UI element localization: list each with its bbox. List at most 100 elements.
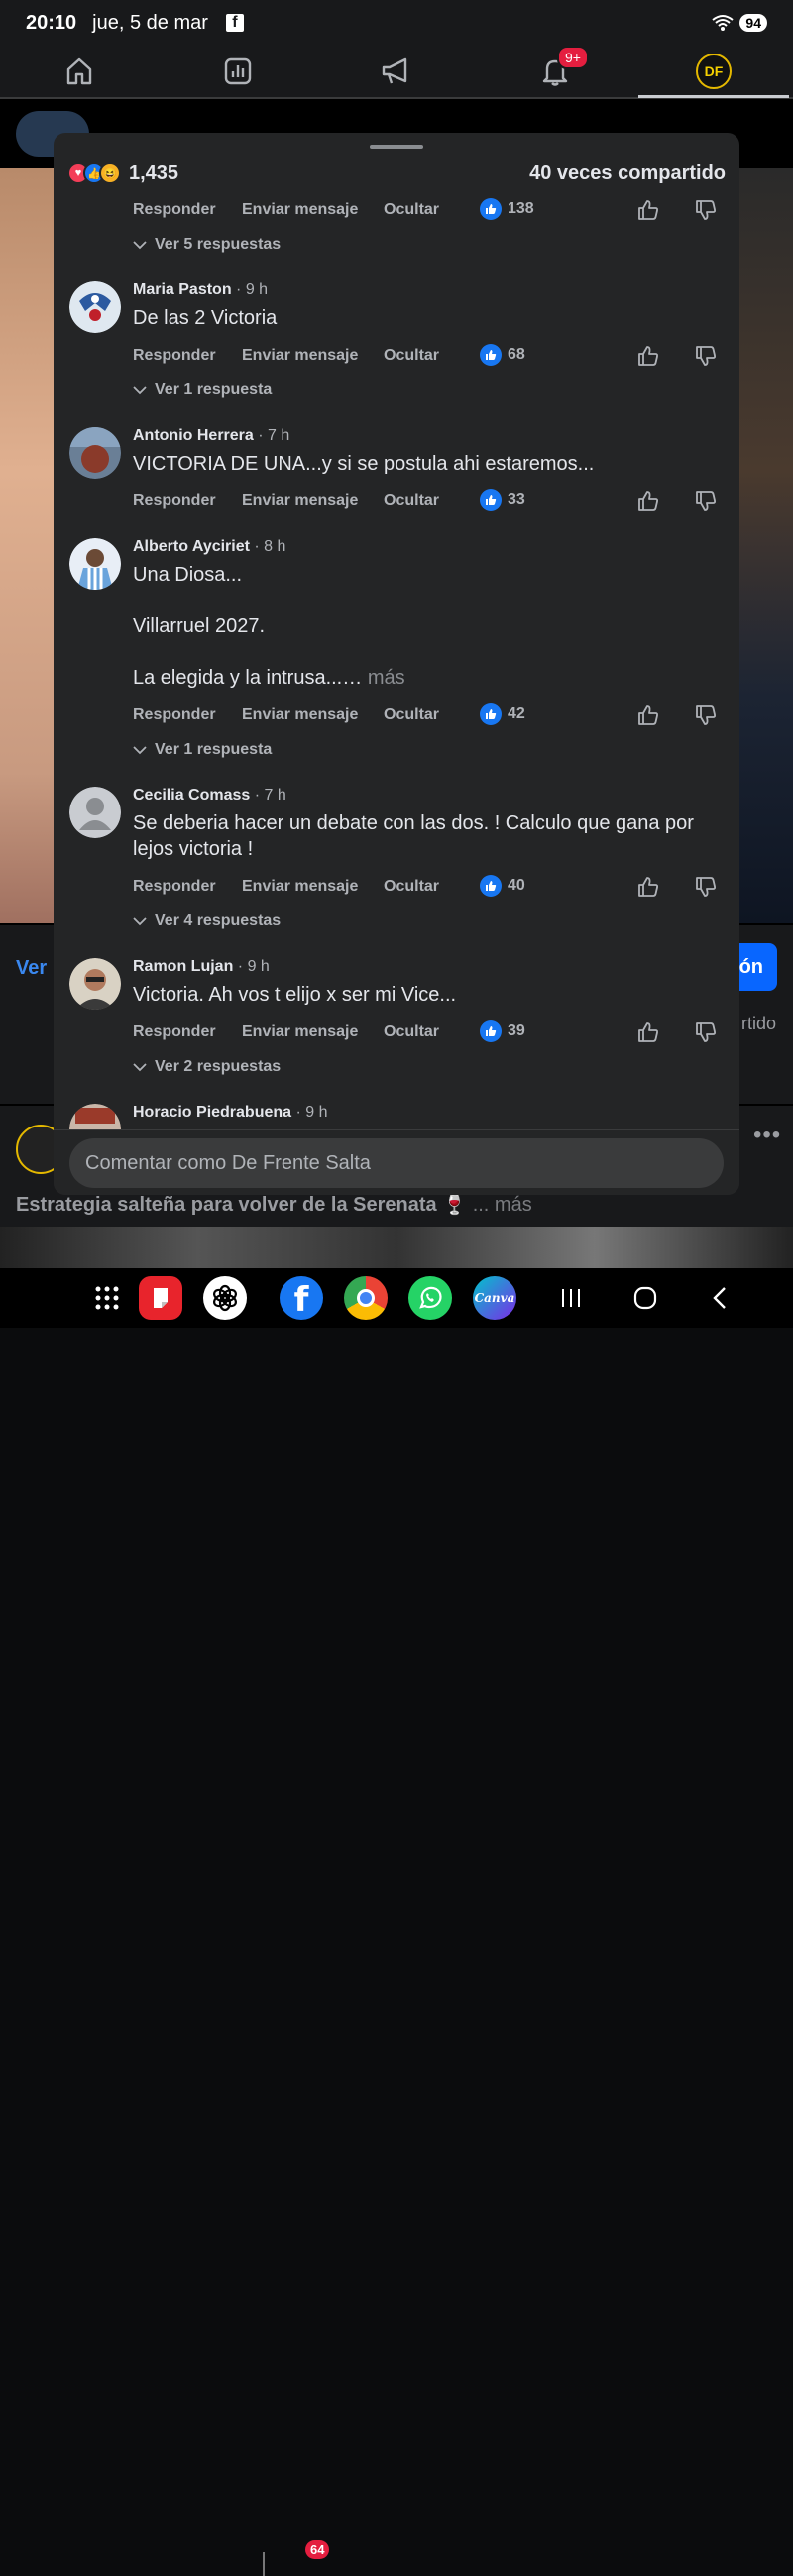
thumbs-down-icon[interactable] [692, 487, 720, 515]
like-count[interactable]: 33 [480, 489, 525, 511]
canva-app[interactable]: Canva [473, 1276, 516, 1320]
see-more-link[interactable]: más [368, 667, 405, 689]
hide-button[interactable]: Ocultar [384, 492, 439, 510]
thumbs-up-icon[interactable] [634, 487, 662, 515]
thumbs-down-icon[interactable] [692, 701, 720, 729]
view-replies-button[interactable]: Ver 5 respuestas [133, 234, 281, 256]
reaction-icons[interactable]: ♥ 👍 😆 [67, 162, 121, 184]
comment-time[interactable]: · 8 h [254, 538, 285, 555]
background-ver-link[interactable]: Ver [16, 957, 47, 980]
thumbs-up-icon[interactable] [634, 342, 662, 370]
commenter-name[interactable]: Ramon Lujan [133, 958, 233, 975]
facebook-app[interactable]: f [280, 1276, 323, 1320]
recent-apps-button[interactable] [549, 1276, 593, 1320]
share-count[interactable]: 40 veces compartido [529, 162, 726, 185]
commenter-name[interactable]: Horacio Piedrabuena [133, 1104, 291, 1121]
commenter-name[interactable]: Alberto Ayciriet [133, 538, 250, 555]
reaction-count[interactable]: 1,435 [129, 162, 178, 185]
commenter-name[interactable]: Maria Paston [133, 281, 232, 298]
send-message-button[interactable]: Enviar mensaje [242, 706, 358, 724]
comment-time[interactable]: · 9 h [236, 281, 268, 298]
view-replies-button[interactable]: Ver 1 respuesta [133, 379, 272, 401]
commenter-avatar[interactable] [69, 787, 121, 838]
thumbs-up-icon[interactable] [634, 196, 662, 224]
dashboard-tab[interactable] [218, 52, 258, 91]
like-count[interactable]: 138 [480, 198, 534, 220]
megaphone-icon [382, 57, 407, 84]
commenter-avatar[interactable] [69, 427, 121, 479]
reply-button[interactable]: Responder [133, 492, 216, 510]
commenter-avatar[interactable] [69, 538, 121, 590]
comment-actions: Responder Enviar mensaje Ocultar 68 [133, 344, 728, 370]
view-replies-button[interactable]: Ver 4 respuestas [133, 911, 281, 932]
ads-tab[interactable] [377, 52, 416, 91]
thumbs-up-icon[interactable] [634, 1019, 662, 1046]
commenter-name[interactable]: Antonio Herrera [133, 427, 254, 444]
send-message-button[interactable]: Enviar mensaje [242, 201, 358, 219]
like-count[interactable]: 40 [480, 875, 525, 897]
commenter-avatar[interactable] [69, 958, 121, 1010]
facebook-app-icon: f [280, 1276, 323, 1320]
like-count[interactable]: 68 [480, 344, 525, 366]
commenter-avatar[interactable] [69, 281, 121, 333]
thumbs-down-icon[interactable] [692, 873, 720, 901]
hide-button[interactable]: Ocultar [384, 706, 439, 724]
like-count[interactable]: 39 [480, 1020, 525, 1042]
reply-button[interactable]: Responder [133, 201, 216, 219]
status-bar: 20:10 jue, 5 de mar f 94 [0, 0, 793, 46]
chevron-down-icon [133, 917, 147, 926]
drag-handle[interactable] [370, 145, 423, 149]
send-message-button[interactable]: Enviar mensaje [242, 878, 358, 896]
home-icon [66, 57, 92, 85]
send-message-button[interactable]: Enviar mensaje [242, 492, 358, 510]
profile-tab[interactable]: DF [694, 52, 734, 91]
comment-time[interactable]: · 9 h [296, 1104, 328, 1121]
comment-text: Victoria. Ah vos t elijo x ser mi Vice..… [133, 984, 457, 1006]
battery-indicator: 94 [739, 14, 767, 32]
hide-button[interactable]: Ocultar [384, 878, 439, 896]
comment-time[interactable]: · 7 h [255, 787, 286, 804]
background-shared-text: rtido [741, 1014, 777, 1033]
comment-time[interactable]: · 7 h [258, 427, 289, 444]
thumbs-down-icon[interactable] [692, 1019, 720, 1046]
view-replies-button[interactable]: Ver 2 respuestas [133, 1056, 281, 1078]
apps-grid-button[interactable] [85, 1276, 129, 1320]
comment-input[interactable]: Comentar como De Frente Salta [69, 1138, 724, 1188]
reply-button[interactable]: Responder [133, 347, 216, 365]
comment-time[interactable]: · 9 h [238, 958, 270, 975]
chrome-app[interactable] [344, 1276, 388, 1320]
notes-app-icon [139, 1276, 182, 1320]
like-badge-icon [480, 198, 502, 220]
view-replies-button[interactable]: Ver 1 respuesta [133, 739, 272, 761]
status-time: 20:10 [26, 11, 77, 34]
commenter-name[interactable]: Cecilia Comass [133, 787, 250, 804]
chevron-down-icon [133, 746, 147, 755]
send-message-button[interactable]: Enviar mensaje [242, 347, 358, 365]
reply-button[interactable]: Responder [133, 706, 216, 724]
chatgpt-app-icon [203, 1276, 247, 1320]
post-options-icon[interactable]: ••• [753, 1122, 781, 1149]
comment-actions: Responder Enviar mensaje Ocultar 33 [133, 489, 728, 515]
commenter-info: Ramon Lujan · 9 h [133, 958, 270, 976]
chatgpt-app[interactable] [203, 1276, 247, 1320]
comment-actions: Responder Enviar mensaje Ocultar 42 [133, 703, 728, 729]
thumbs-down-icon[interactable] [692, 342, 720, 370]
reactions-summary: ♥ 👍 😆 1,435 40 veces compartido [67, 161, 726, 186]
commenter-info: Alberto Ayciriet · 8 h [133, 538, 285, 556]
thumbs-down-icon[interactable] [692, 196, 720, 224]
reply-button[interactable]: Responder [133, 878, 216, 896]
thumbs-up-icon[interactable] [634, 873, 662, 901]
thumbs-up-icon[interactable] [634, 701, 662, 729]
back-button[interactable] [698, 1276, 741, 1320]
like-count[interactable]: 42 [480, 703, 525, 725]
send-message-button[interactable]: Enviar mensaje [242, 1023, 358, 1041]
whatsapp-app[interactable] [408, 1276, 452, 1320]
reply-button[interactable]: Responder [133, 1023, 216, 1041]
next-post-text: Estrategia salteña para volver de la Ser… [16, 1194, 532, 1216]
hide-button[interactable]: Ocultar [384, 201, 439, 219]
home-button[interactable] [623, 1276, 667, 1320]
hide-button[interactable]: Ocultar [384, 347, 439, 365]
notes-app[interactable] [139, 1276, 182, 1320]
home-tab[interactable] [59, 52, 99, 91]
hide-button[interactable]: Ocultar [384, 1023, 439, 1041]
